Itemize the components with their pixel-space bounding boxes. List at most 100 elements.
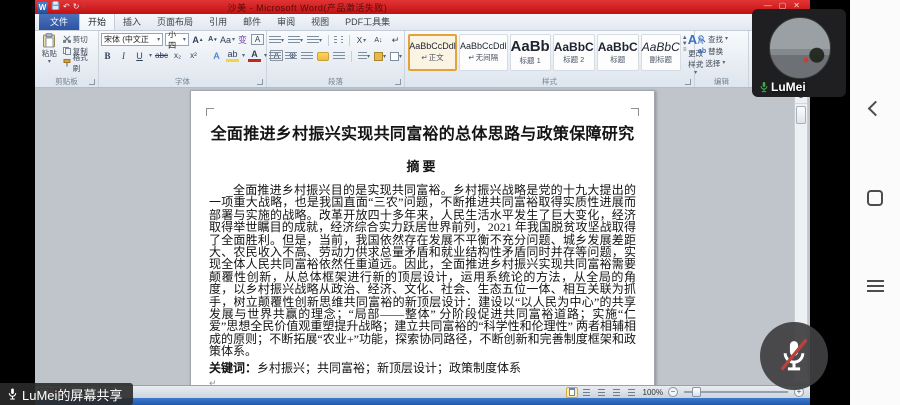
mic-icon [7, 387, 18, 401]
change-case-button[interactable]: Aa▾ [221, 33, 234, 46]
strikethrough-button[interactable]: abc [155, 49, 168, 62]
paragraph-mark: ↵ [209, 378, 636, 385]
print-layout-view-button[interactable] [566, 387, 578, 398]
style-subtitle[interactable]: AaBbC 副标题 [641, 34, 681, 71]
grow-font-button[interactable]: A▴ [191, 33, 204, 46]
zoom-level[interactable]: 100% [643, 388, 663, 397]
shrink-font-button[interactable]: A▾ [206, 33, 219, 46]
word-window: W ↶ ↻ ▾ 沙美 - Microsoft Word(产品激活失败) — ▢ … [35, 0, 810, 398]
recents-icon[interactable] [867, 280, 884, 292]
tab-page-layout[interactable]: 页面布局 [149, 13, 201, 30]
subscript-button[interactable]: x₂ [171, 49, 184, 62]
select-cursor-icon: ▷ [698, 59, 703, 67]
chevron-down-icon: ▾ [157, 37, 160, 43]
copy-icon [63, 47, 71, 55]
font-group: 宋体 (中文正▾ 小四▾ A▴ A▾ Aa▾ 变 A B I [99, 31, 267, 87]
brush-icon [63, 59, 71, 67]
font-name-combo[interactable]: 宋体 (中文正▾ [101, 33, 163, 46]
phonetic-guide-icon[interactable]: 变 [236, 33, 249, 46]
back-icon[interactable] [867, 101, 883, 117]
clipboard-dialog-launcher-icon[interactable] [89, 79, 95, 85]
mic-muted-icon [777, 337, 811, 375]
screen-share-badge: LuMei的屏幕共享 [0, 383, 133, 405]
line-spacing-button[interactable]: ▾ [358, 52, 370, 61]
document-page[interactable]: 全面推进乡村振兴实现共同富裕的总体思路与政策保障研究 摘要 全面推进乡村振兴目的… [190, 90, 655, 385]
web-layout-view-button[interactable] [596, 387, 608, 398]
tab-home[interactable]: 开始 [79, 12, 115, 30]
title-bar: W ↶ ↻ ▾ 沙美 - Microsoft Word(产品激活失败) — ▢ … [35, 0, 810, 14]
bold-button[interactable]: B [101, 49, 114, 62]
format-painter-button[interactable]: 格式刷 [62, 57, 96, 69]
mic-on-icon [759, 81, 769, 93]
scissors-icon [63, 35, 71, 43]
text-effects-icon[interactable]: A [210, 49, 223, 62]
zoom-out-button[interactable]: − [668, 387, 678, 397]
sort-icon[interactable]: A↓ [372, 34, 385, 47]
justify-icon[interactable] [317, 52, 329, 61]
style-normal[interactable]: AaBbCcDdl ↵正文 [408, 34, 457, 71]
tab-file[interactable]: 文件 [39, 13, 79, 30]
ribbon-tabs: 文件 开始 插入 页面布局 引用 邮件 审阅 视图 PDF工具集 [35, 14, 810, 31]
decrease-indent-icon[interactable] [334, 36, 336, 45]
scrollbar-thumb[interactable] [796, 106, 806, 124]
shading-button[interactable]: ▾ [374, 52, 386, 61]
windows-taskbar[interactable] [35, 398, 810, 405]
style-no-spacing[interactable]: AaBbCcDdl ↵无间隔 [459, 34, 508, 71]
align-left-icon[interactable] [269, 52, 281, 61]
paragraph-group: ▾ ▾ ▾ X▾ A↓ ↵ [267, 31, 405, 87]
borders-button[interactable]: ▾ [390, 52, 402, 61]
font-dialog-launcher-icon[interactable] [257, 79, 263, 85]
paragraph-return-icon: ↵ [421, 53, 427, 62]
styles-gallery-more-icon[interactable]: ≡ [683, 47, 687, 53]
character-border-icon[interactable]: A [251, 34, 264, 45]
italic-button[interactable]: I [117, 49, 130, 62]
tab-insert[interactable]: 插入 [115, 13, 149, 30]
align-center-icon[interactable] [285, 52, 297, 61]
screen-share-label: LuMei的屏幕共享 [22, 385, 122, 404]
find-button[interactable]: 查找▾ [697, 33, 746, 45]
asian-layout-icon[interactable]: X▾ [355, 34, 368, 47]
underline-dropdown-icon[interactable]: ▾ [149, 53, 152, 59]
styles-dialog-launcher-icon[interactable] [685, 79, 691, 85]
paste-button[interactable]: 粘贴 ▾ [37, 33, 62, 65]
abstract-body: 全面推进乡村振兴目的是实现共同富裕。乡村振兴战略是党的十九大提出的一项重大战略，… [209, 184, 636, 358]
participant-video-tile[interactable]: LuMei [752, 9, 846, 97]
align-right-icon[interactable] [301, 52, 313, 61]
numbering-button[interactable]: ▾ [288, 36, 303, 45]
replace-button[interactable]: ab 替换 [697, 45, 746, 57]
superscript-button[interactable]: x² [187, 49, 200, 62]
home-icon[interactable] [867, 190, 883, 206]
multilevel-list-button[interactable]: ▾ [307, 36, 322, 45]
fullscreen-reading-view-button[interactable] [581, 387, 593, 398]
outline-view-button[interactable] [611, 387, 623, 398]
font-size-combo[interactable]: 小四▾ [165, 33, 189, 46]
style-title[interactable]: AaBbC 标题 [597, 34, 639, 71]
tab-mailings[interactable]: 邮件 [235, 13, 269, 30]
window-title: 沙美 - Microsoft Word(产品激活失败) [35, 1, 580, 14]
tab-references[interactable]: 引用 [201, 13, 235, 30]
increase-indent-icon[interactable] [341, 36, 343, 45]
tab-view[interactable]: 视图 [303, 13, 337, 30]
tab-review[interactable]: 审阅 [269, 13, 303, 30]
draft-view-button[interactable] [626, 387, 638, 398]
document-title: 全面推进乡村振兴实现共同富裕的总体思路与政策保障研究 [209, 120, 636, 144]
style-heading2[interactable]: AaBbC 标题 2 [553, 34, 595, 71]
zoom-slider[interactable] [684, 391, 788, 393]
tab-pdf-tools[interactable]: PDF工具集 [337, 13, 398, 30]
paragraph-dialog-launcher-icon[interactable] [395, 79, 401, 85]
microphone-mute-button[interactable] [760, 322, 828, 390]
text-boundary-mark [206, 108, 214, 116]
cut-button[interactable]: 剪切 [62, 33, 96, 45]
distribute-icon[interactable] [333, 52, 345, 61]
style-heading1[interactable]: AaBb 标题 1 [510, 34, 551, 71]
keywords-text: 乡村振兴；共同富裕；新顶层设计；政策制度体系 [257, 361, 521, 375]
underline-button[interactable]: U [133, 49, 146, 62]
show-marks-icon[interactable]: ↵ [389, 34, 402, 47]
paragraph-return-icon: ↵ [468, 53, 474, 62]
zoom-slider-thumb[interactable] [692, 387, 701, 397]
find-icon [698, 35, 706, 43]
select-button[interactable]: ▷ 选择▾ [697, 57, 746, 69]
highlight-color-icon[interactable]: ab [226, 50, 239, 62]
font-color-icon[interactable]: A [248, 50, 261, 62]
bullets-button[interactable]: ▾ [269, 36, 284, 45]
